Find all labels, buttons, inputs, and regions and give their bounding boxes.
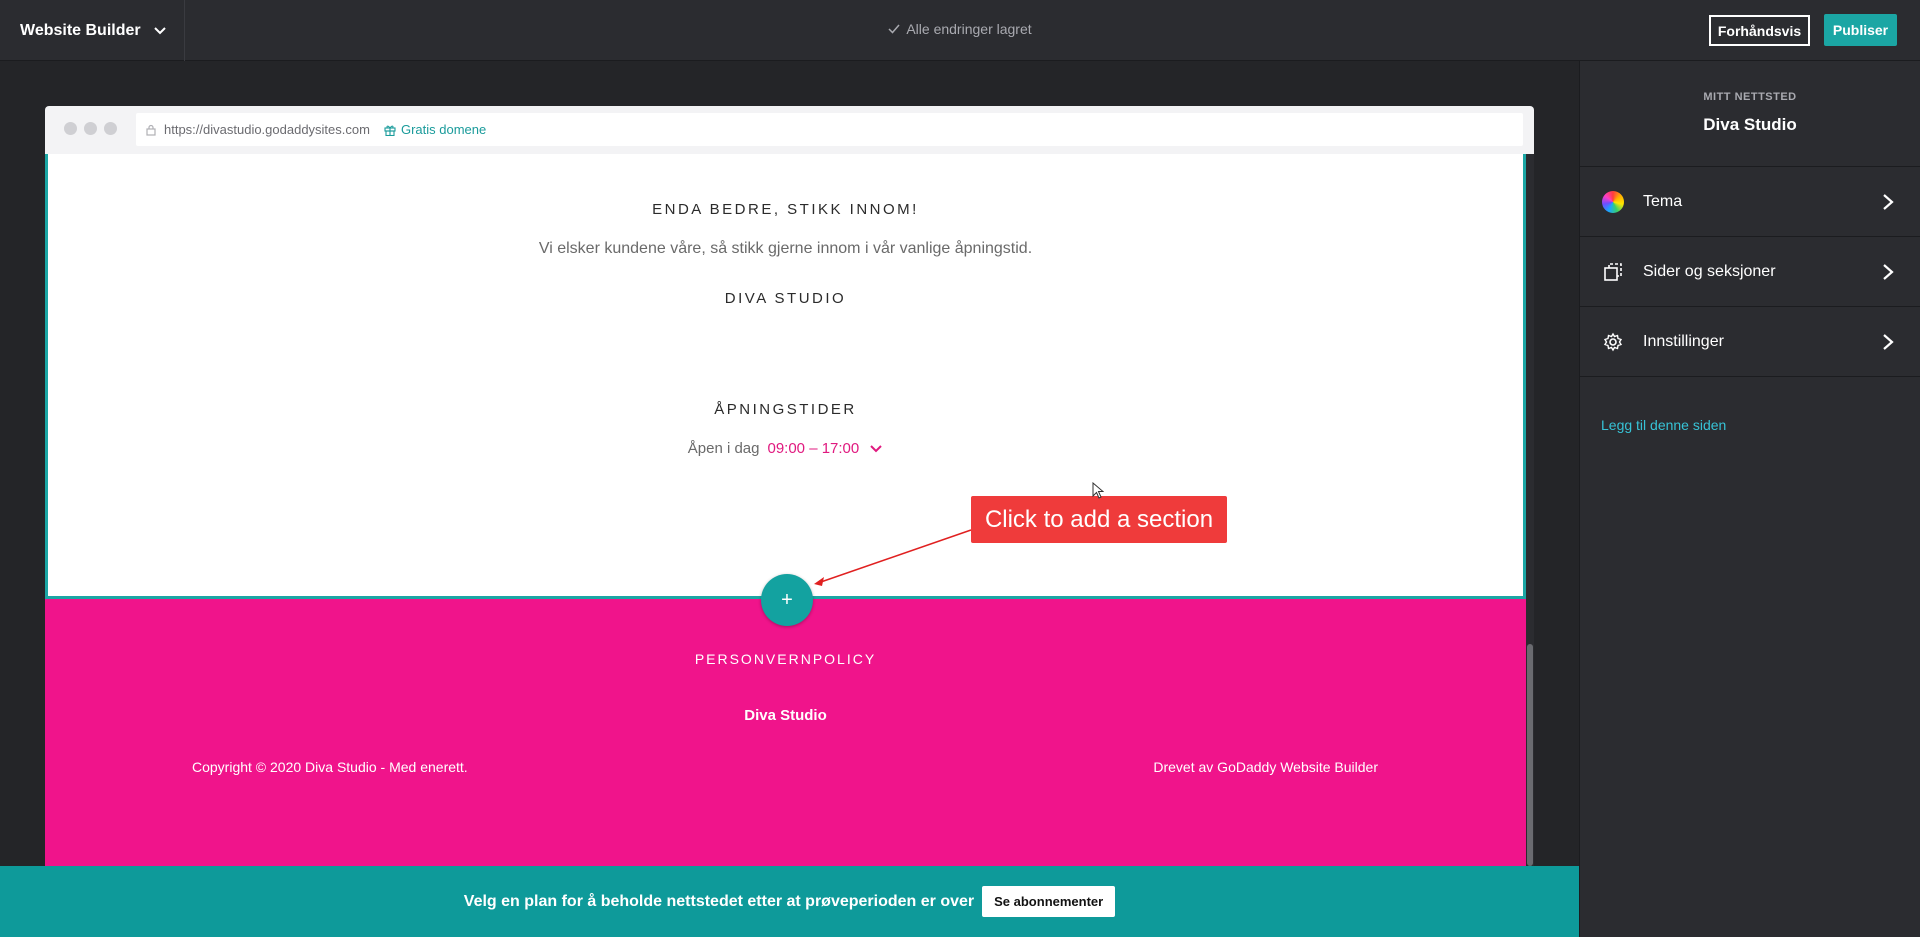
- contact-section[interactable]: ENDA BEDRE, STIKK INNOM! Vi elsker kunde…: [45, 154, 1526, 599]
- trial-banner: Velg en plan for å beholde nettstedet et…: [0, 866, 1579, 937]
- panel-item-pages[interactable]: Sider og seksjoner: [1580, 237, 1920, 307]
- add-section-button[interactable]: +: [761, 574, 813, 626]
- add-to-page-link[interactable]: Legg til denne siden: [1601, 417, 1920, 433]
- footer-section[interactable]: PERSONVERNPOLICY Diva Studio Copyright ©…: [45, 599, 1526, 866]
- site-panel: MITT NETTSTED Diva Studio Tema Sider og …: [1579, 61, 1920, 937]
- panel-kicker: MITT NETTSTED: [1703, 91, 1797, 103]
- gift-icon: [384, 125, 396, 136]
- panel-item-label: Tema: [1643, 192, 1683, 210]
- panel-item-theme[interactable]: Tema: [1580, 167, 1920, 237]
- window-dot: [84, 122, 97, 135]
- color-wheel-icon: [1601, 190, 1625, 214]
- open-time: 09:00 – 17:00: [767, 440, 860, 457]
- free-domain-label: Gratis domene: [400, 122, 487, 137]
- footer-site-name: Diva Studio: [744, 707, 827, 724]
- hours-today[interactable]: Åpen i dag 09:00 – 17:00: [48, 440, 1523, 457]
- preview-button[interactable]: Forhåndsvis: [1709, 15, 1810, 46]
- panel-item-settings[interactable]: Innstillinger: [1580, 307, 1920, 377]
- business-name: DIVA STUDIO: [724, 290, 847, 307]
- panel-item-label: Innstillinger: [1643, 332, 1724, 350]
- lock-icon: [146, 124, 156, 136]
- panel-item-label: Sider og seksjoner: [1643, 262, 1776, 280]
- url-bar: https://divastudio.godaddysites.com Grat…: [136, 113, 1523, 146]
- chevron-right-icon: [1883, 264, 1894, 280]
- chevron-right-icon: [1883, 334, 1894, 350]
- chevron-down-icon: [870, 444, 882, 452]
- section-heading: ENDA BEDRE, STIKK INNOM!: [652, 201, 919, 218]
- save-status: Alle endringer lagret: [0, 21, 1920, 37]
- hours-heading: ÅPNINGSTIDER: [714, 401, 857, 418]
- browser-chrome: https://divastudio.godaddysites.com Grat…: [45, 106, 1534, 154]
- window-dot: [64, 122, 77, 135]
- mouse-cursor-icon: [1092, 482, 1104, 499]
- website-builder-menu[interactable]: Website Builder: [0, 0, 185, 61]
- free-domain-link[interactable]: Gratis domene: [384, 122, 486, 137]
- check-icon: [888, 24, 900, 34]
- panel-header: MITT NETTSTED Diva Studio: [1580, 61, 1920, 167]
- url-text: https://divastudio.godaddysites.com: [164, 122, 370, 137]
- see-plans-button[interactable]: Se abonnementer: [982, 886, 1116, 917]
- chevron-down-icon: [153, 26, 166, 34]
- chevron-right-icon: [1883, 194, 1894, 210]
- privacy-link[interactable]: PERSONVERNPOLICY: [45, 651, 1526, 667]
- save-status-text: Alle endringer lagret: [906, 21, 1032, 37]
- site-canvas: ENDA BEDRE, STIKK INNOM! Vi elsker kunde…: [45, 154, 1534, 866]
- preview-frame: https://divastudio.godaddysites.com Grat…: [45, 106, 1534, 866]
- open-today-label: Åpen i dag: [687, 440, 760, 457]
- trial-banner-text: Velg en plan for å beholde nettstedet et…: [463, 892, 975, 910]
- powered-by-text: Drevet av GoDaddy Website Builder: [1153, 759, 1378, 775]
- scrollbar-thumb[interactable]: [1527, 644, 1533, 866]
- pages-icon: [1601, 260, 1625, 284]
- gear-icon: [1601, 330, 1625, 354]
- annotation-callout: Click to add a section: [971, 496, 1227, 543]
- panel-title: Diva Studio: [1703, 115, 1797, 134]
- section-text: Vi elsker kundene våre, så stikk gjerne …: [538, 240, 1033, 257]
- brand-label: Website Builder: [20, 21, 141, 39]
- publish-button[interactable]: Publiser: [1824, 14, 1897, 46]
- top-bar: Website Builder Alle endringer lagret Fo…: [0, 0, 1920, 61]
- copyright-text: Copyright © 2020 Diva Studio - Med enere…: [192, 759, 468, 775]
- window-dot: [104, 122, 117, 135]
